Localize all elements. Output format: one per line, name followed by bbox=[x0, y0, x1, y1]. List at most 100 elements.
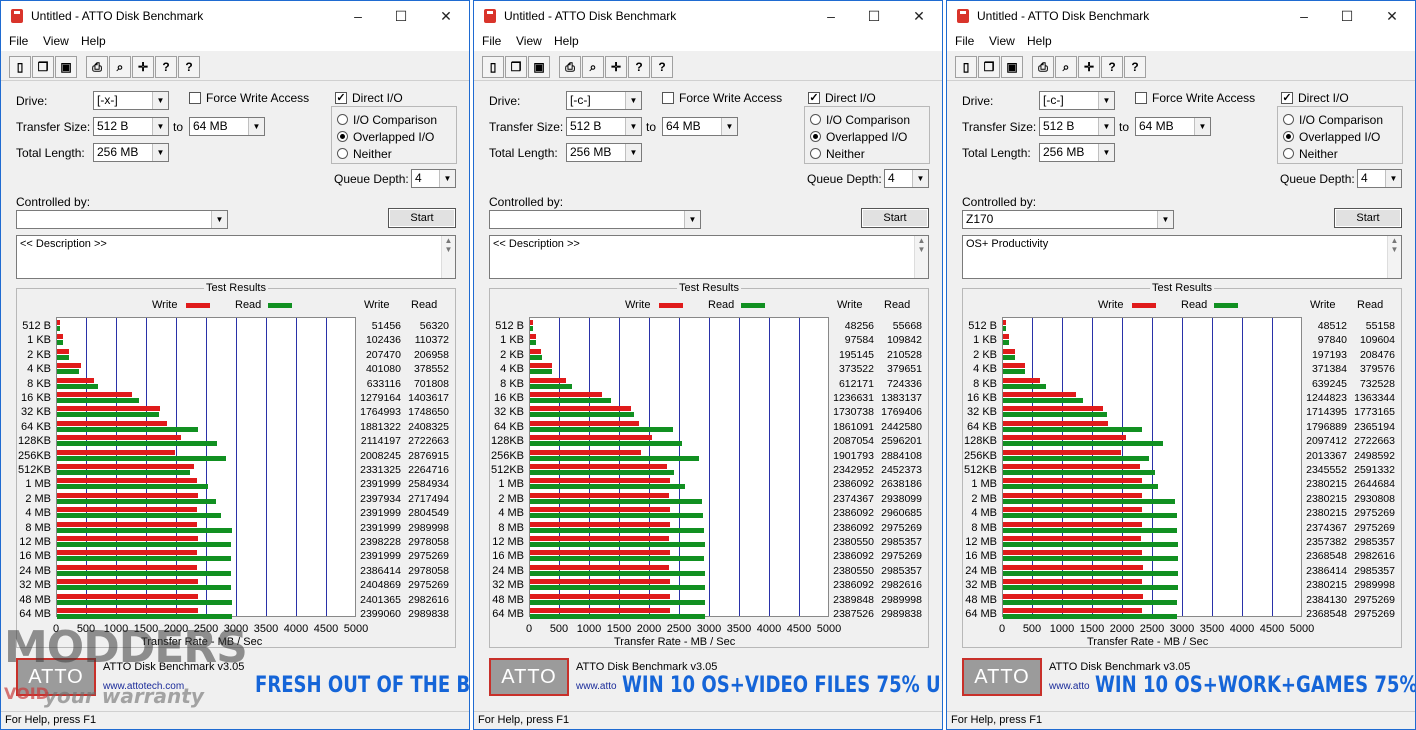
open-folder-icon[interactable]: ❐ bbox=[505, 56, 527, 78]
maximize-button[interactable]: ☐ bbox=[391, 6, 411, 26]
menu-help[interactable]: Help bbox=[81, 34, 106, 48]
context-help-icon[interactable]: ? bbox=[178, 56, 200, 78]
description-scrollbar[interactable]: ▲ ▼ bbox=[914, 236, 928, 278]
queue-depth-select[interactable]: 4 ▼ bbox=[884, 169, 929, 188]
transfer-from-select[interactable]: 512 B ▼ bbox=[93, 117, 169, 136]
transfer-to-select[interactable]: 64 MB ▼ bbox=[1135, 117, 1211, 136]
menu-help[interactable]: Help bbox=[1027, 34, 1052, 48]
atto-website-link[interactable]: www.atto bbox=[576, 681, 617, 692]
write-value: 2386092 bbox=[833, 507, 874, 520]
new-file-icon[interactable]: ▯ bbox=[482, 56, 504, 78]
save-icon[interactable]: ▣ bbox=[528, 56, 550, 78]
start-button[interactable]: Start bbox=[861, 208, 929, 228]
save-icon[interactable]: ▣ bbox=[1001, 56, 1023, 78]
overlapped-io-radio[interactable] bbox=[810, 131, 821, 142]
move-icon[interactable]: ✛ bbox=[132, 56, 154, 78]
menu-file[interactable]: File bbox=[955, 34, 974, 48]
description-scrollbar[interactable]: ▲ ▼ bbox=[1387, 236, 1401, 278]
total-length-select[interactable]: 256 MB ▼ bbox=[1039, 143, 1115, 162]
total-length-select[interactable]: 256 MB ▼ bbox=[566, 143, 642, 162]
print-icon[interactable]: ⎙ bbox=[86, 56, 108, 78]
total-length-select[interactable]: 256 MB ▼ bbox=[93, 143, 169, 162]
force-write-checkbox[interactable] bbox=[662, 92, 674, 104]
io-comparison-radio[interactable] bbox=[1283, 114, 1294, 125]
force-write-checkbox[interactable] bbox=[189, 92, 201, 104]
save-icon[interactable]: ▣ bbox=[55, 56, 77, 78]
new-file-icon[interactable]: ▯ bbox=[955, 56, 977, 78]
overlapped-io-radio[interactable] bbox=[337, 131, 348, 142]
description-scrollbar[interactable]: ▲ ▼ bbox=[441, 236, 455, 278]
close-button[interactable]: ✕ bbox=[909, 6, 929, 26]
help-icon[interactable]: ? bbox=[155, 56, 177, 78]
print-icon[interactable]: ⎙ bbox=[559, 56, 581, 78]
move-icon[interactable]: ✛ bbox=[1078, 56, 1100, 78]
context-help-icon[interactable]: ? bbox=[651, 56, 673, 78]
start-button[interactable]: Start bbox=[388, 208, 456, 228]
help-icon[interactable]: ? bbox=[1101, 56, 1123, 78]
maximize-button[interactable]: ☐ bbox=[1337, 6, 1357, 26]
print-preview-icon[interactable]: ⌕ bbox=[1055, 56, 1077, 78]
print-preview-icon[interactable]: ⌕ bbox=[109, 56, 131, 78]
open-folder-icon[interactable]: ❐ bbox=[32, 56, 54, 78]
write-bar bbox=[57, 564, 197, 570]
print-preview-icon[interactable]: ⌕ bbox=[582, 56, 604, 78]
read-value: 379651 bbox=[886, 363, 922, 376]
read-value: 2985357 bbox=[881, 564, 922, 577]
description-field[interactable]: << Description >> ▲ ▼ bbox=[489, 235, 929, 279]
drive-select[interactable]: [-c-] ▼ bbox=[566, 91, 642, 110]
minimize-button[interactable]: – bbox=[821, 6, 841, 26]
direct-io-checkbox[interactable]: ✓ bbox=[1281, 92, 1293, 104]
direct-io-checkbox[interactable]: ✓ bbox=[335, 92, 347, 104]
neither-radio[interactable] bbox=[810, 148, 821, 159]
overlapped-io-radio[interactable] bbox=[1283, 131, 1294, 142]
help-icon[interactable]: ? bbox=[628, 56, 650, 78]
io-comparison-radio[interactable] bbox=[337, 114, 348, 125]
open-folder-icon[interactable]: ❐ bbox=[978, 56, 1000, 78]
menu-view[interactable]: View bbox=[516, 34, 542, 48]
write-value: 2404869 bbox=[360, 579, 401, 592]
column-header-read: Read bbox=[1357, 299, 1384, 311]
new-file-icon[interactable]: ▯ bbox=[9, 56, 31, 78]
drive-value: [-x-] bbox=[97, 93, 118, 107]
controlled-by-select[interactable]: ▼ bbox=[16, 210, 228, 229]
minimize-button[interactable]: – bbox=[348, 6, 368, 26]
size-tick-label: 32 MB bbox=[492, 579, 524, 592]
transfer-to-select[interactable]: 64 MB ▼ bbox=[189, 117, 265, 136]
menu-view[interactable]: View bbox=[989, 34, 1015, 48]
close-button[interactable]: ✕ bbox=[1382, 6, 1402, 26]
controlled-by-select[interactable]: ▼ bbox=[489, 210, 701, 229]
io-comparison-radio[interactable] bbox=[810, 114, 821, 125]
queue-depth-select[interactable]: 4 ▼ bbox=[1357, 169, 1402, 188]
queue-depth-select[interactable]: 4 ▼ bbox=[411, 169, 456, 188]
direct-io-checkbox[interactable]: ✓ bbox=[808, 92, 820, 104]
minimize-button[interactable]: – bbox=[1294, 6, 1314, 26]
transfer-from-select[interactable]: 512 B ▼ bbox=[566, 117, 642, 136]
transfer-to-select[interactable]: 64 MB ▼ bbox=[662, 117, 738, 136]
menu-file[interactable]: File bbox=[482, 34, 501, 48]
write-bar bbox=[530, 420, 640, 426]
atto-website-link[interactable]: www.attotech.com bbox=[103, 681, 184, 692]
description-field[interactable]: OS+ Productivity ▲ ▼ bbox=[962, 235, 1402, 279]
menu-view[interactable]: View bbox=[43, 34, 69, 48]
neither-radio[interactable] bbox=[337, 148, 348, 159]
start-button[interactable]: Start bbox=[1334, 208, 1402, 228]
controlled-by-select[interactable]: Z170 ▼ bbox=[962, 210, 1174, 229]
print-icon[interactable]: ⎙ bbox=[1032, 56, 1054, 78]
atto-website-link[interactable]: www.atto bbox=[1049, 681, 1090, 692]
menu-help[interactable]: Help bbox=[554, 34, 579, 48]
menu-file[interactable]: File bbox=[9, 34, 28, 48]
move-icon[interactable]: ✛ bbox=[605, 56, 627, 78]
read-bar bbox=[1003, 513, 1178, 519]
drive-select[interactable]: [-c-] ▼ bbox=[1039, 91, 1115, 110]
transfer-from-select[interactable]: 512 B ▼ bbox=[1039, 117, 1115, 136]
neither-radio[interactable] bbox=[1283, 148, 1294, 159]
context-help-icon[interactable]: ? bbox=[1124, 56, 1146, 78]
description-field[interactable]: << Description >> ▲ ▼ bbox=[16, 235, 456, 279]
maximize-button[interactable]: ☐ bbox=[864, 6, 884, 26]
read-value: 2408325 bbox=[408, 420, 449, 433]
force-write-checkbox[interactable] bbox=[1135, 92, 1147, 104]
read-bar bbox=[1003, 542, 1178, 547]
drive-select[interactable]: [-x-] ▼ bbox=[93, 91, 169, 110]
size-tick-label: 16 KB bbox=[967, 392, 997, 404]
close-button[interactable]: ✕ bbox=[436, 6, 456, 26]
